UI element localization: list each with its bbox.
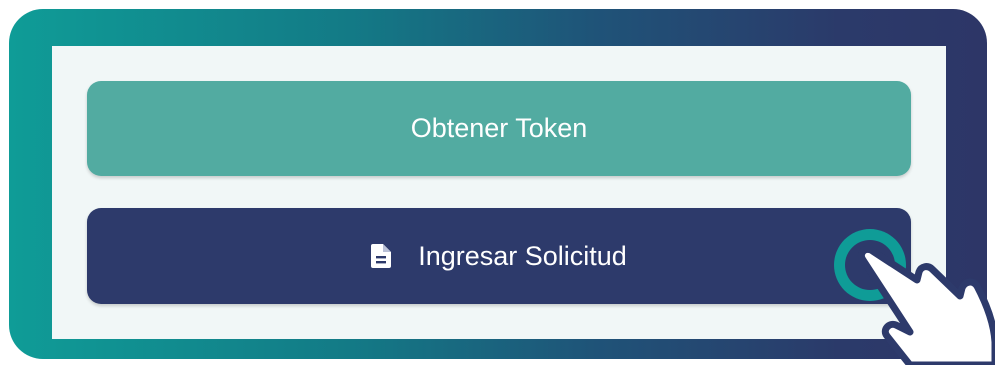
hand-pointer-icon [834,229,995,365]
obtener-token-button[interactable]: Obtener Token [87,81,911,176]
document-icon [371,244,392,268]
obtener-token-label: Obtener Token [410,113,588,143]
ingresar-solicitud-button[interactable]: Ingresar Solicitud [87,208,911,304]
button-panel: Obtener Token Ingresar Solicitud [52,46,946,339]
ingresar-solicitud-label: Ingresar Solicitud [418,240,627,271]
